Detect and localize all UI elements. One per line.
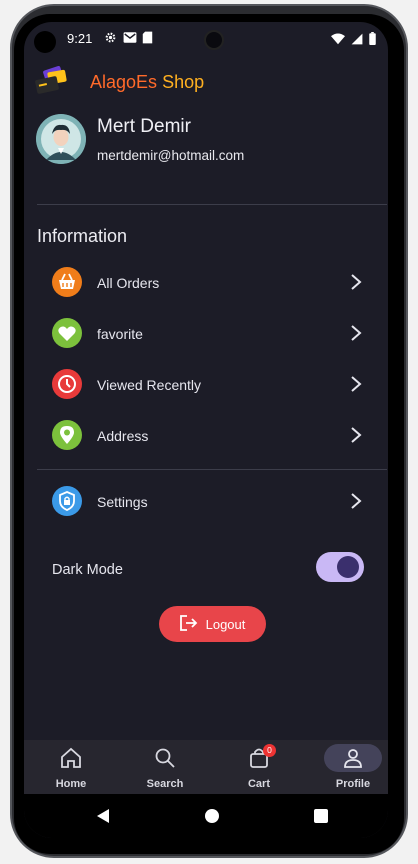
nav-label: Home — [55, 778, 87, 790]
menu-item-label: favorite — [97, 326, 143, 342]
dark-mode-toggle[interactable] — [316, 552, 364, 582]
menu-item-address[interactable]: Address — [52, 416, 362, 456]
dark-mode-row: Dark Mode — [52, 552, 364, 586]
wifi-icon — [331, 32, 345, 50]
nav-label: Search — [146, 778, 184, 790]
profile-name: Mert Demir — [97, 116, 191, 137]
menu-item-label: Settings — [97, 494, 148, 510]
chevron-right-icon — [350, 426, 362, 444]
divider — [37, 204, 387, 205]
chevron-right-icon — [350, 492, 362, 510]
logout-button[interactable]: Logout — [159, 606, 266, 642]
shop-logo-icon — [34, 66, 68, 96]
brand-title-part2: Shop — [162, 72, 205, 92]
brand-title-part1: AlagoEs — [90, 72, 158, 92]
divider — [37, 469, 387, 470]
battery-icon — [369, 32, 376, 50]
heart-icon — [52, 318, 82, 348]
status-time: 9:21 — [67, 31, 93, 46]
nav-label: Profile — [335, 778, 371, 790]
status-bar: 9:21 — [24, 22, 388, 58]
bottom-navigation: Home Search 0 Cart Profile — [24, 740, 388, 794]
shield-lock-icon — [52, 486, 82, 516]
brand-title: AlagoEs Shop — [90, 72, 204, 93]
nav-item-home[interactable]: Home — [31, 740, 111, 794]
home-button-icon[interactable] — [205, 809, 219, 823]
chevron-right-icon — [350, 324, 362, 342]
sd-card-icon — [142, 31, 155, 44]
profile-email: mertdemir@hotmail.com — [97, 148, 245, 163]
profile-card: Mert Demir mertdemir@hotmail.com — [36, 114, 376, 174]
logout-icon — [179, 614, 198, 634]
cart-badge: 0 — [263, 744, 276, 757]
search-icon — [153, 746, 177, 770]
app-header: AlagoEs Shop — [34, 66, 374, 98]
recents-icon[interactable] — [314, 809, 328, 823]
signal-icon — [351, 32, 363, 50]
front-camera — [34, 31, 56, 53]
basket-icon — [52, 267, 82, 297]
status-left-icons — [104, 31, 155, 44]
dark-mode-label: Dark Mode — [52, 562, 123, 578]
avatar[interactable] — [36, 114, 86, 164]
nav-label: Cart — [247, 778, 270, 790]
chevron-right-icon — [350, 375, 362, 393]
location-pin-icon — [52, 420, 82, 450]
person-icon — [341, 746, 365, 770]
clock-icon — [52, 369, 82, 399]
system-navigation-bar — [24, 794, 388, 838]
menu-item-label: Address — [97, 428, 149, 444]
section-title-information: Information — [37, 226, 128, 246]
chevron-right-icon — [350, 273, 362, 291]
nav-item-profile[interactable]: Profile — [313, 740, 388, 794]
nav-item-search[interactable]: Search — [125, 740, 205, 794]
menu-item-favorite[interactable]: favorite — [52, 314, 362, 354]
menu-item-settings[interactable]: Settings — [52, 482, 362, 522]
app-screen: 9:21 AlagoEs Shop Mert Demir mertdemir@h… — [24, 22, 388, 838]
menu-item-viewed-recently[interactable]: Viewed Recently — [52, 365, 362, 405]
toggle-knob — [337, 556, 359, 578]
logout-label: Logout — [205, 616, 246, 632]
status-right-icons — [331, 32, 376, 50]
mail-icon — [123, 31, 137, 44]
menu-item-all-orders[interactable]: All Orders — [52, 263, 362, 303]
menu-item-label: All Orders — [97, 275, 160, 291]
menu-item-label: Viewed Recently — [97, 377, 202, 393]
nav-item-cart[interactable]: 0 Cart — [219, 740, 299, 794]
home-icon — [59, 746, 83, 770]
secondary-camera — [204, 30, 224, 50]
back-icon[interactable] — [96, 808, 110, 829]
gear-icon — [104, 31, 117, 44]
